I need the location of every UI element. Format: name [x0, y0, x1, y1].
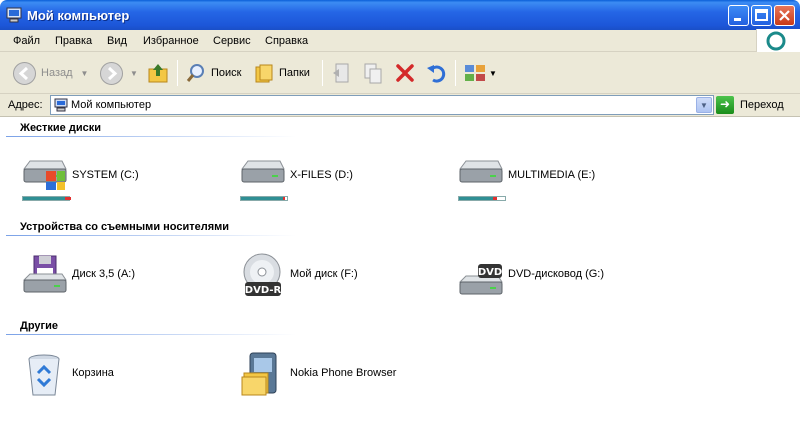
- item-label: Корзина: [72, 367, 114, 379]
- undo-button[interactable]: [425, 59, 447, 87]
- address-label: Адрес:: [8, 99, 43, 111]
- dvd-r-disc-icon: DVD-R: [243, 253, 282, 296]
- group-title-other: Другие: [20, 320, 58, 332]
- drive-item-a[interactable]: Диск 3,5 (A:): [20, 252, 220, 300]
- delete-button[interactable]: [394, 59, 416, 87]
- drive-label: MULTIMEDIA (E:): [508, 169, 596, 181]
- drive-item-f[interactable]: DVD-R Мой диск (F:): [238, 252, 438, 300]
- search-label: Поиск: [211, 67, 242, 79]
- copy-to-icon: [364, 63, 382, 84]
- drive-label: DVD-дисковод (G:): [508, 268, 605, 280]
- drive-label: SYSTEM (C:): [72, 169, 139, 181]
- nokia-phone-browser-item[interactable]: Nokia Phone Browser: [238, 351, 438, 399]
- move-to-icon: [333, 63, 349, 83]
- maximize-icon: [755, 9, 768, 21]
- views-button[interactable]: ▼: [463, 59, 497, 87]
- dvd-badge: DVD: [478, 267, 502, 278]
- drive-usage-free: [285, 197, 287, 200]
- dvd-r-badge: DVD-R: [245, 285, 282, 296]
- drive-label: Мой диск (F:): [290, 268, 358, 280]
- drive-label: Диск 3,5 (A:): [72, 268, 136, 280]
- drive-item-g[interactable]: DVD DVD-дисковод (G:): [456, 252, 676, 300]
- group-divider: [6, 334, 296, 335]
- go-label: Переход: [740, 99, 784, 111]
- search-button[interactable]: Поиск: [185, 59, 241, 87]
- forward-button[interactable]: ▼: [99, 59, 138, 87]
- item-label: Nokia Phone Browser: [290, 367, 397, 379]
- window-title: Мой компьютер: [27, 8, 130, 23]
- back-button[interactable]: Назад ▼: [12, 59, 88, 87]
- drive-item-c[interactable]: SYSTEM (C:): [20, 153, 220, 201]
- recycle-bin-item[interactable]: Корзина: [20, 351, 220, 399]
- drive-usage-bar: [22, 196, 71, 201]
- menu-file[interactable]: Файл: [13, 35, 40, 47]
- back-label: Назад: [41, 67, 73, 79]
- folder-up-icon: [148, 64, 168, 83]
- my-computer-icon: [54, 98, 68, 112]
- windows-logo: [756, 29, 800, 53]
- folders-button[interactable]: Папки: [253, 59, 310, 87]
- group-divider: [6, 136, 296, 137]
- group-title-hard-disks: Жесткие диски: [20, 122, 101, 134]
- views-icon: [465, 65, 485, 81]
- toolbar: Назад ▼ ▼ Поиск Папки ▼: [0, 52, 800, 94]
- drive-usage-used: [65, 197, 71, 200]
- folders-icon: [255, 64, 273, 83]
- address-dropdown-button[interactable]: ▼: [696, 97, 712, 113]
- menu-help[interactable]: Справка: [265, 35, 308, 47]
- windows-flag-icon: [766, 31, 786, 51]
- menu-view[interactable]: Вид: [107, 35, 127, 47]
- toolbar-separator: [322, 60, 323, 86]
- chevron-down-icon: ▼: [700, 101, 708, 110]
- menu-edit[interactable]: Правка: [55, 35, 92, 47]
- group-divider: [6, 235, 296, 236]
- group-title-removable: Устройства со съемными носителями: [20, 221, 230, 233]
- maximize-button[interactable]: [751, 5, 772, 26]
- close-button[interactable]: [774, 5, 795, 26]
- minimize-icon: [734, 18, 741, 21]
- address-bar: Адрес: Мой компьютер ▼ ➜ Переход: [0, 94, 800, 117]
- views-dropdown-icon[interactable]: ▼: [489, 69, 497, 78]
- minimize-button[interactable]: [728, 5, 749, 26]
- up-folder-button[interactable]: [146, 59, 170, 87]
- go-arrow-icon: ➜: [716, 96, 734, 114]
- back-arrow-icon: [13, 61, 36, 85]
- drive-item-d[interactable]: X-FILES (D:): [238, 153, 438, 201]
- recycle-bin-icon: [28, 354, 60, 396]
- toolbar-separator: [177, 60, 178, 86]
- drive-label: X-FILES (D:): [290, 169, 353, 181]
- toolbar-separator: [455, 60, 456, 86]
- forward-dropdown-icon[interactable]: ▼: [130, 69, 138, 78]
- title-bar[interactable]: Мой компьютер: [0, 0, 800, 30]
- drive-item-e[interactable]: MULTIMEDIA (E:): [456, 153, 676, 201]
- hard-drive-icon: [241, 160, 285, 183]
- close-icon: [779, 10, 790, 21]
- back-dropdown-icon[interactable]: ▼: [81, 69, 89, 78]
- drive-usage-bar: [458, 196, 506, 201]
- search-icon: [186, 64, 204, 82]
- drive-usage-bar: [240, 196, 288, 201]
- my-computer-icon: [6, 7, 22, 23]
- move-to-button[interactable]: [330, 59, 354, 87]
- menu-tools[interactable]: Сервис: [213, 35, 251, 47]
- folders-label: Папки: [279, 67, 310, 79]
- floppy-drive-icon: [22, 255, 67, 293]
- copy-to-button[interactable]: [361, 59, 385, 87]
- file-view: Жесткие диски SYSTEM (C:) X-FILES (D:) M…: [0, 117, 800, 431]
- phone-browser-icon: [241, 352, 277, 396]
- hard-drive-windows-icon: [23, 160, 67, 190]
- drive-usage-free: [497, 197, 505, 200]
- menu-favorites[interactable]: Избранное: [143, 35, 199, 47]
- hard-drive-icon: [459, 160, 503, 183]
- menu-bar: Файл Правка Вид Избранное Сервис Справка: [0, 30, 800, 52]
- undo-icon: [427, 65, 446, 83]
- forward-arrow-icon: [100, 61, 123, 85]
- delete-x-icon: [396, 64, 414, 82]
- address-value: Мой компьютер: [71, 99, 152, 111]
- go-button[interactable]: ➜ Переход: [716, 95, 784, 115]
- address-input[interactable]: Мой компьютер ▼: [50, 95, 714, 115]
- dvd-drive-icon: DVD: [458, 264, 503, 295]
